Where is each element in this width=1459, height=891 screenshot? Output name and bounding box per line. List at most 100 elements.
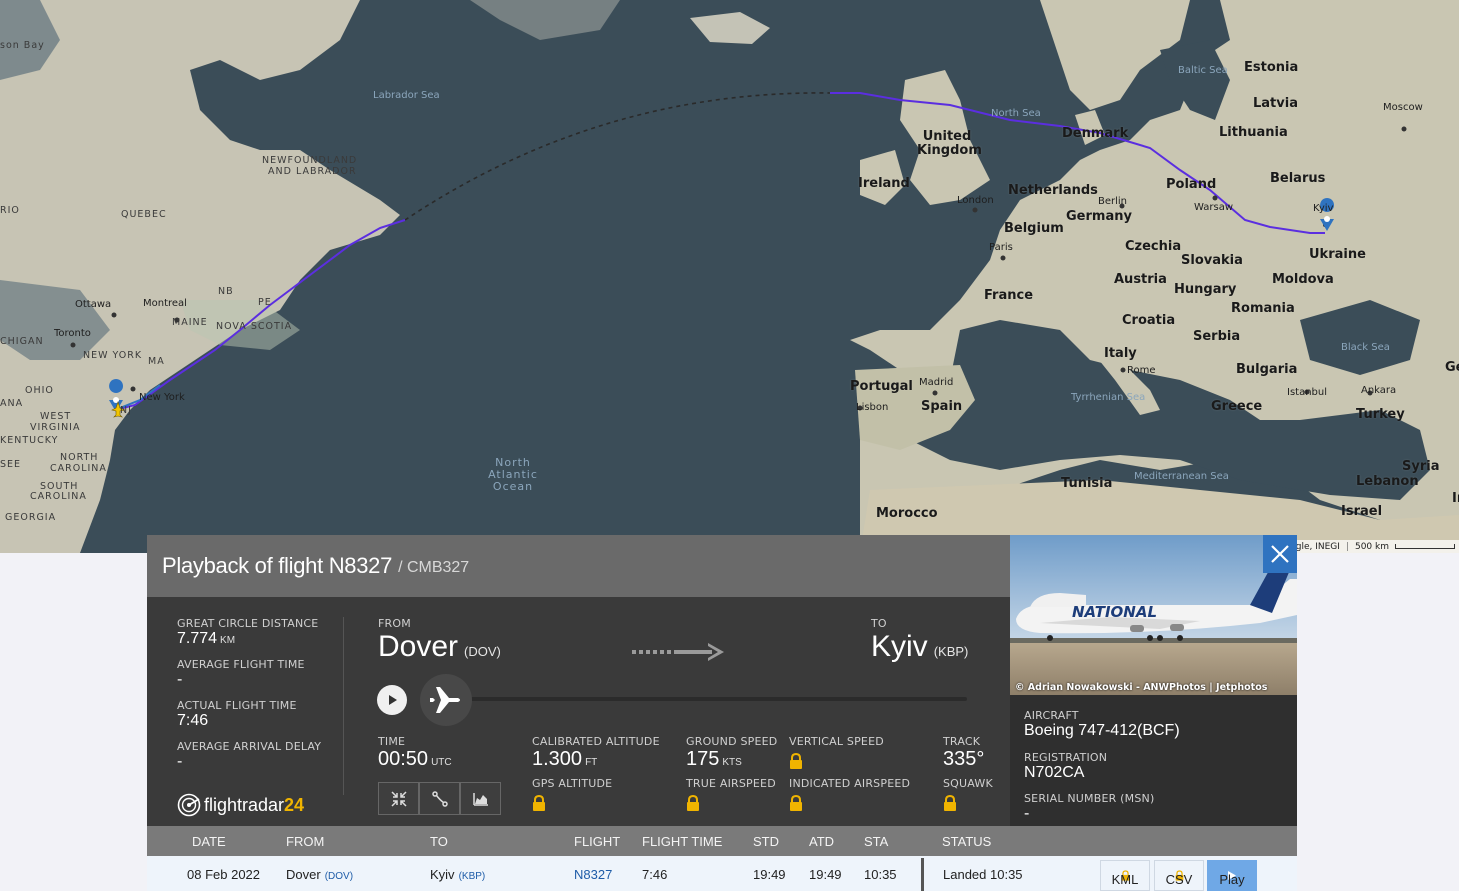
- lock-icon: [687, 795, 699, 811]
- stat-label: GPS ALTITUDE: [532, 777, 613, 790]
- stat-label: GREAT CIRCLE DISTANCE: [177, 617, 319, 630]
- close-icon: [1271, 545, 1289, 563]
- stat-value: -: [177, 671, 183, 688]
- row-to-code[interactable]: (KBP): [459, 871, 486, 882]
- play-button[interactable]: [377, 685, 407, 715]
- flight-map[interactable]: Estonia Latvia Lithuania Belarus Poland …: [0, 0, 1459, 553]
- route-toggle-button[interactable]: [419, 782, 460, 815]
- airplane-icon: [430, 687, 460, 713]
- livery-text: NATIONAL: [1072, 603, 1157, 621]
- panel-body: GREAT CIRCLE DISTANCE 7.774 KM AVERAGE FL…: [147, 597, 1010, 826]
- track-value: 335°: [943, 748, 985, 770]
- indicated-airspeed-stat: INDICATED AIRSPEED: [789, 777, 910, 811]
- play-row-button[interactable]: Play: [1207, 860, 1257, 891]
- flightradar24-logo: flightradar 24: [177, 793, 304, 817]
- stat-value: 7.774: [177, 630, 218, 647]
- table-row[interactable]: 08 Feb 2022 Dover (DOV) Kyiv (KBP) N8327 7…: [147, 856, 1297, 891]
- average-flight-time: AVERAGE FLIGHT TIME -: [177, 658, 337, 689]
- origin-code: (DOV): [464, 644, 501, 659]
- aircraft-photo-image: NATIONAL: [1010, 535, 1297, 695]
- row-from: Dover (DOV): [286, 867, 353, 882]
- column-header: STA: [864, 834, 889, 849]
- stat-label: AVERAGE ARRIVAL DELAY: [177, 740, 322, 753]
- stat-label: GROUND SPEED: [686, 735, 778, 748]
- playback-handle[interactable]: [420, 674, 472, 726]
- stat-label: SQUAWK: [943, 777, 993, 790]
- calibrated-altitude-stat: CALIBRATED ALTITUDE 1.300 FT: [532, 735, 660, 771]
- altitude-graph-button[interactable]: [460, 782, 501, 815]
- view-tools: [378, 782, 501, 815]
- average-arrival-delay: AVERAGE ARRIVAL DELAY -: [177, 740, 337, 771]
- stat-label: AVERAGE FLIGHT TIME: [177, 658, 305, 671]
- lock-icon: [533, 795, 545, 811]
- registration: REGISTRATION N702CA: [1024, 751, 1107, 782]
- panel-title: Playback of flight N8327: [162, 553, 393, 578]
- column-header: STD: [753, 834, 779, 849]
- route-stats: GREAT CIRCLE DISTANCE 7.774 KM AVERAGE FL…: [177, 617, 337, 781]
- map-attribution: gle, INEGI | 500 km: [1291, 540, 1459, 553]
- ground-speed-unit: KTS: [722, 757, 742, 768]
- serial-value: -: [1024, 805, 1030, 822]
- ground-speed-value: 175: [686, 748, 720, 770]
- stat-label: AIRCRAFT: [1024, 709, 1079, 722]
- route-arrow-icon: [632, 643, 724, 661]
- kml-label: KML: [1111, 872, 1139, 887]
- origin-name: Dover: [378, 630, 459, 663]
- fit-route-button[interactable]: [378, 782, 419, 815]
- row-from-code[interactable]: (DOV): [325, 871, 353, 882]
- playback-panel: Playback of flight N8327 / CMB327 GREAT …: [147, 535, 1297, 891]
- column-header: FLIGHT: [574, 834, 621, 849]
- aircraft-photo[interactable]: NATIONAL © Adrian Nowakowski - ANWPhotos…: [1010, 535, 1297, 695]
- destination-airport: TO Kyiv (KBP): [871, 617, 968, 664]
- collapse-arrows-icon: [390, 790, 407, 807]
- scale-label: 500 km: [1354, 541, 1389, 552]
- csv-label: CSV: [1165, 872, 1193, 887]
- callsign-label: / CMB327: [398, 559, 470, 576]
- altitude-unit: FT: [585, 757, 598, 768]
- row-sta: 10:35: [864, 867, 897, 882]
- lock-icon: [790, 753, 802, 769]
- row-to: Kyiv (KBP): [430, 867, 485, 882]
- brand-name: flightradar: [204, 794, 285, 815]
- close-button[interactable]: [1263, 535, 1297, 573]
- kml-button[interactable]: KML: [1100, 860, 1150, 891]
- row-date: 08 Feb 2022: [187, 867, 261, 882]
- gps-altitude-stat: GPS ALTITUDE: [532, 777, 612, 811]
- ground-speed-stat: GROUND SPEED 175 KTS: [686, 735, 777, 771]
- scale-bar: [1395, 544, 1455, 549]
- aircraft-type: AIRCRAFT Boeing 747-412(BCF): [1024, 709, 1180, 740]
- row-to-name: Kyiv: [430, 867, 455, 882]
- stat-label: CALIBRATED ALTITUDE: [532, 735, 660, 748]
- stat-unit: KM: [220, 635, 236, 646]
- origin-airport: FROM Dover (DOV): [378, 617, 501, 664]
- stat-label: INDICATED AIRSPEED: [789, 777, 911, 790]
- row-flight-link[interactable]: N8327: [574, 867, 612, 882]
- column-header: STATUS: [942, 834, 992, 849]
- stat-label: ACTUAL FLIGHT TIME: [177, 699, 297, 712]
- stat-value: 7:46: [177, 712, 209, 729]
- squawk-stat: SQUAWK: [943, 777, 993, 811]
- playback-slider[interactable]: [459, 697, 967, 701]
- stat-label: TRACK: [943, 735, 981, 748]
- lock-icon: [944, 795, 956, 811]
- stat-label: SERIAL NUMBER (MSN): [1024, 792, 1155, 805]
- play-label: Play: [1219, 872, 1245, 887]
- stat-label: REGISTRATION: [1024, 751, 1108, 764]
- serial-number: SERIAL NUMBER (MSN) -: [1024, 792, 1154, 823]
- photo-credit[interactable]: © Adrian Nowakowski - ANWPhotos | Jetpho…: [1015, 682, 1267, 693]
- status-indicator: [921, 858, 924, 891]
- destination-name: Kyiv: [871, 630, 928, 663]
- stat-label: VERTICAL SPEED: [789, 735, 884, 748]
- stat-label: TIME: [378, 735, 406, 748]
- row-status: Landed 10:35: [943, 867, 1023, 882]
- stat-value: -: [177, 753, 183, 770]
- great-circle-distance: GREAT CIRCLE DISTANCE 7.774 KM: [177, 617, 337, 648]
- radar-icon: [177, 793, 201, 817]
- panel-header: Playback of flight N8327 / CMB327: [147, 535, 1010, 597]
- registration-value: N702CA: [1024, 764, 1085, 781]
- altitude-value: 1.300: [532, 748, 583, 770]
- column-header: DATE: [192, 834, 226, 849]
- destination-code: (KBP): [933, 644, 969, 659]
- track-stat: TRACK 335°: [943, 735, 984, 771]
- csv-button[interactable]: CSV: [1154, 860, 1204, 891]
